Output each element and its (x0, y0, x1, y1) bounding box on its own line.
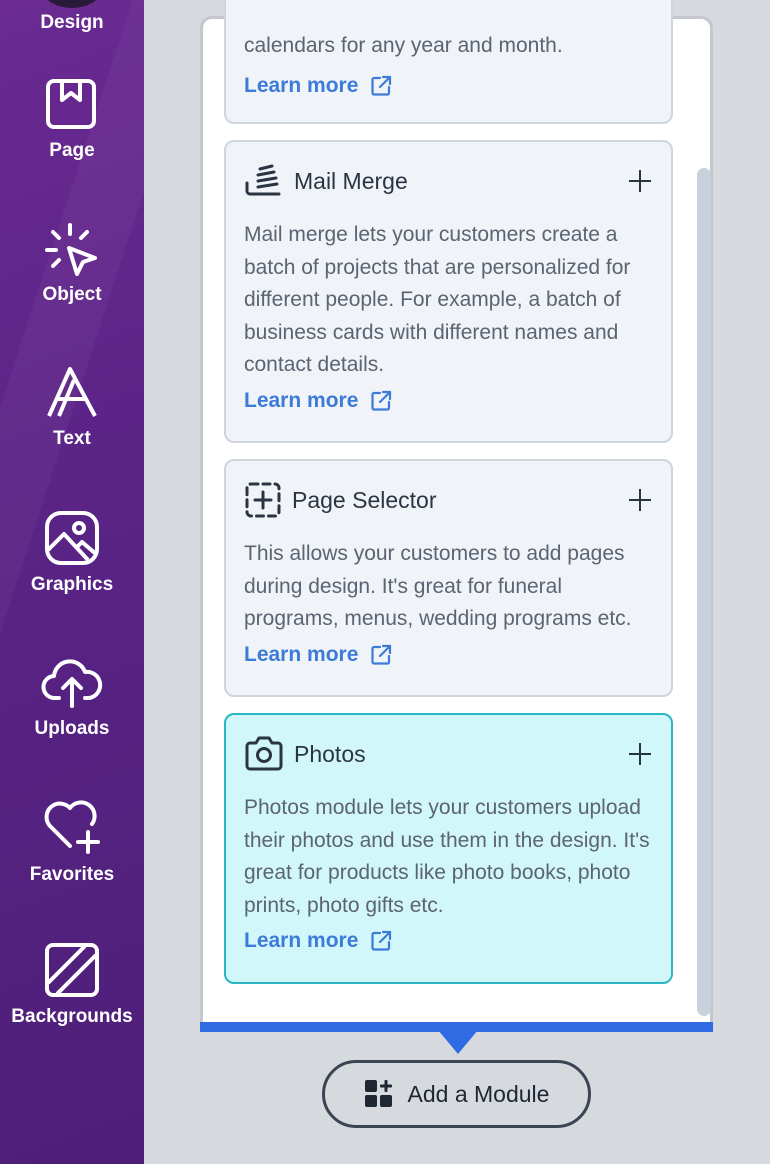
sidebar-item-label: Graphics (30, 574, 114, 595)
page-icon (46, 79, 96, 129)
mail-merge-icon (245, 164, 281, 196)
panel-scrollbar[interactable] (697, 168, 711, 1016)
external-link-icon[interactable] (370, 930, 392, 952)
sidebar-item-label: Uploads (34, 718, 110, 739)
favorites-icon (44, 800, 100, 854)
module-title: Mail Merge (294, 167, 408, 194)
add-module-plus-button[interactable] (627, 741, 653, 767)
external-link-icon[interactable] (370, 75, 392, 97)
camera-icon (245, 736, 283, 771)
sidebar: Design Page Object Text Graphics Uploads… (0, 0, 144, 1164)
module-description: Photos module lets your customers upload… (244, 796, 650, 917)
module-title: Page Selector (292, 486, 437, 513)
learn-more-link[interactable]: Learn more (244, 389, 358, 413)
module-card-page-selector: Page Selector This allows your customers… (224, 459, 673, 697)
sidebar-item-label: Design (40, 12, 104, 33)
module-description: Mail merge lets your customers create a … (244, 223, 631, 376)
sidebar-item-label: Favorites (29, 864, 115, 885)
learn-more-link[interactable]: Learn more (244, 643, 358, 667)
sidebar-item-label: Backgrounds (11, 1006, 133, 1027)
external-link-icon[interactable] (370, 644, 392, 666)
panel-pointer (438, 1030, 478, 1054)
sidebar-item-page[interactable]: Page (0, 78, 144, 162)
uploads-icon (41, 659, 103, 708)
sidebar-item-uploads[interactable]: Uploads (0, 656, 144, 740)
text-icon (47, 367, 97, 417)
graphics-icon (45, 511, 99, 565)
add-module-plus-button[interactable] (627, 487, 653, 513)
add-module-icon (364, 1080, 392, 1107)
add-a-module-label: Add a Module (407, 1080, 550, 1107)
backgrounds-icon (45, 943, 99, 997)
sidebar-item-object[interactable]: Object (0, 222, 144, 306)
design-icon (43, 0, 101, 8)
object-icon (45, 223, 97, 276)
sidebar-item-design[interactable]: Design (0, 12, 144, 34)
page-selector-icon (245, 482, 281, 518)
sidebar-item-backgrounds[interactable]: Backgrounds (0, 942, 144, 1028)
module-description: calendars for any year and month. (244, 34, 563, 57)
add-module-plus-button[interactable] (627, 168, 653, 194)
sidebar-item-graphics[interactable]: Graphics (0, 510, 144, 596)
external-link-icon[interactable] (370, 390, 392, 412)
learn-more-link[interactable]: Learn more (244, 929, 358, 953)
sidebar-item-label: Text (53, 428, 91, 449)
add-a-module-button[interactable]: Add a Module (322, 1060, 591, 1128)
module-card-calendar: calendars for any year and month. Learn … (224, 0, 673, 124)
module-title: Photos (294, 740, 366, 767)
module-description: This allows your customers to add pages … (244, 542, 632, 630)
sidebar-item-favorites[interactable]: Favorites (0, 798, 144, 886)
sidebar-item-label: Object (42, 284, 102, 305)
sidebar-item-text[interactable]: Text (0, 366, 144, 450)
learn-more-link[interactable]: Learn more (244, 74, 358, 98)
module-card-mail-merge: Mail Merge Mail merge lets your customer… (224, 140, 673, 443)
module-card-photos[interactable]: Photos Photos module lets your customers… (224, 713, 673, 984)
sidebar-item-label: Page (49, 140, 95, 161)
